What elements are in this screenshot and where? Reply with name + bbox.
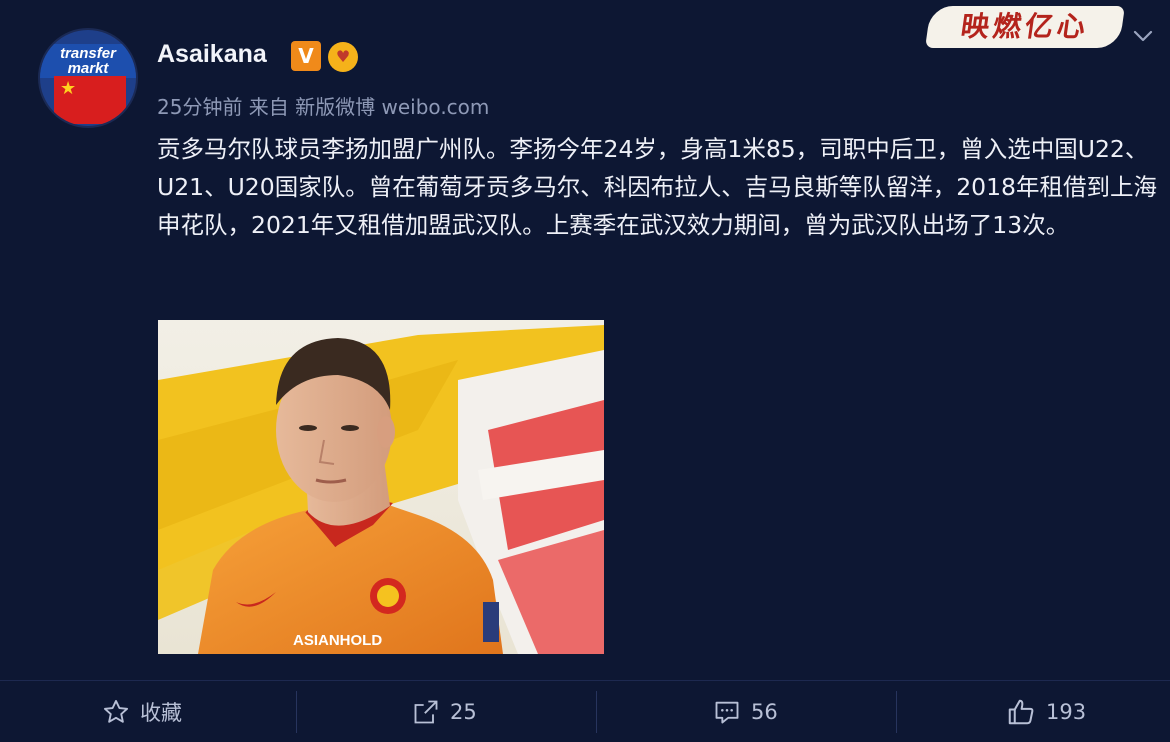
like-button[interactable]: 193 xyxy=(1006,681,1086,742)
comment-icon xyxy=(715,701,739,724)
repost-button[interactable]: 25 xyxy=(412,681,477,742)
username[interactable]: Asaikana xyxy=(157,40,267,69)
post-meta: 25分钟前 来自 新版微博 weibo.com xyxy=(157,95,490,119)
china-flag-icon: ★ xyxy=(54,76,126,124)
brand-watermark: 映燃亿心 xyxy=(925,6,1125,48)
divider xyxy=(896,691,897,733)
medal-badge-icon[interactable]: ♥ xyxy=(328,42,358,72)
divider xyxy=(296,691,297,733)
chevron-down-icon[interactable] xyxy=(1131,24,1155,48)
thumbs-up-icon xyxy=(1008,699,1034,725)
avatar[interactable]: transfer markt ★ xyxy=(38,28,138,128)
weibo-post: transfer markt ★ Asaikana V ♥ 25分钟前 来自 新… xyxy=(0,0,1170,675)
avatar-logo: transfer markt xyxy=(40,44,136,78)
like-count: 193 xyxy=(1046,700,1087,724)
action-bar: 收藏 25 56 193 xyxy=(0,680,1170,742)
verified-badge-icon[interactable]: V xyxy=(291,41,321,71)
post-text: 贡多马尔队球员李扬加盟广州队。李扬今年24岁，身高1米85，司职中后卫，曾入选中… xyxy=(157,135,1158,239)
jersey-sponsor-text: ASIANHOLD xyxy=(293,632,382,649)
player-photo: ASIANHOLD xyxy=(158,320,604,654)
comment-count: 56 xyxy=(751,700,778,724)
comment-button[interactable]: 56 xyxy=(713,681,778,742)
favorite-button[interactable]: 收藏 xyxy=(102,681,182,742)
share-icon xyxy=(414,700,438,724)
star-icon xyxy=(103,699,129,723)
favorite-label: 收藏 xyxy=(140,701,182,725)
post-photo[interactable]: ASIANHOLD xyxy=(158,320,604,654)
repost-count: 25 xyxy=(450,700,477,724)
divider xyxy=(596,691,597,733)
